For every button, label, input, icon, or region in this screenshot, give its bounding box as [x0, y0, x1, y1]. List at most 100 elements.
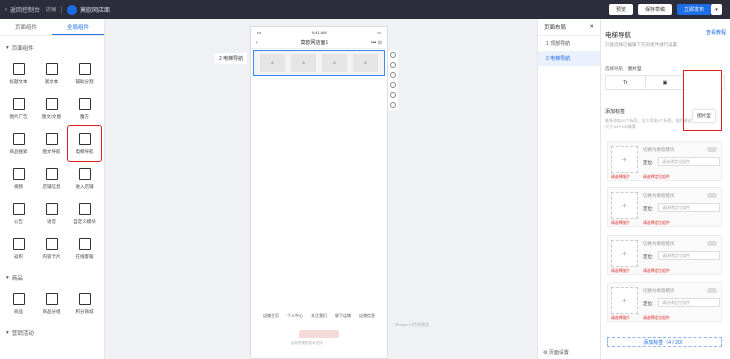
image-placeholder-icon: ▲ — [291, 54, 316, 72]
component-label: 商品 — [14, 308, 23, 314]
more-icon[interactable] — [390, 72, 396, 78]
component-icon — [45, 292, 58, 305]
back-to-console[interactable]: ‹ 返回控制台 — [5, 5, 40, 15]
signal-icon: ••• — [257, 29, 262, 35]
section-marketing[interactable]: ▾ 营销活动 — [6, 329, 104, 337]
chevron-down-icon: ▾ — [6, 45, 9, 51]
component-item[interactable]: 自定义模块 — [68, 196, 101, 231]
location-label: 定位: — [643, 301, 654, 306]
component-item[interactable]: 图文/文图 — [35, 91, 68, 126]
section-goods[interactable]: ▾ 商品 — [6, 274, 104, 282]
copy-icon[interactable] — [390, 82, 396, 88]
move-up-icon[interactable] — [390, 52, 396, 58]
component-item[interactable]: 商品分组 — [35, 286, 68, 321]
component-item[interactable]: 店铺信息 — [35, 161, 68, 196]
component-label: 返积 — [14, 253, 23, 259]
window-toggle[interactable] — [707, 241, 717, 246]
location-select[interactable]: 请选择定位组件 — [658, 251, 720, 260]
upload-image-button[interactable]: + — [611, 287, 638, 314]
tab-global-components[interactable]: 全局组件 — [52, 19, 104, 35]
component-icon — [45, 62, 58, 75]
component-item[interactable]: 商品搜索 — [2, 126, 35, 161]
upload-image-button[interactable]: + — [611, 240, 638, 267]
component-item[interactable]: 返积 — [2, 231, 35, 266]
move-down-icon[interactable] — [390, 62, 396, 68]
add-tags-description: 最多添加20个标签，至少添加4个标签，图片建议尺寸100*100像素 — [605, 118, 692, 129]
component-item[interactable]: 富文本 — [35, 56, 68, 91]
close-icon[interactable]: ✕ — [589, 24, 594, 30]
upload-image-button[interactable]: + — [611, 146, 638, 173]
location-select[interactable]: 请选择定位组件 — [658, 203, 720, 212]
page-components-grid: 标题文本 富文本 辅助分割 图片广告 图文/文图 魔方商品搜索 图文导航 电梯导航 视频 店铺信息… — [2, 56, 104, 266]
tab-page-components[interactable]: 页面组件 — [0, 19, 52, 35]
panel-description: 只能选择已编辑下方的组件进行设置 — [605, 42, 677, 47]
elevator-nav-preview[interactable]: ▲ ▲ ▲ ▲ — [253, 50, 385, 76]
component-label: 魔方 — [80, 113, 89, 119]
component-label: 在线客服 — [75, 253, 94, 259]
preview-button[interactable]: 预览 — [608, 4, 633, 15]
component-label: 商品搜索 — [9, 148, 28, 154]
layer-panel: 页面布局 ✕ 1 顶部导航 2 电梯导航 ⚙ 页面设置 — [537, 19, 601, 359]
upload-image-button[interactable]: + — [611, 192, 638, 219]
component-item[interactable]: 公告 — [2, 196, 35, 231]
component-label: 积分商城 — [75, 308, 94, 314]
panel-title: 电梯导航 — [605, 32, 631, 39]
component-item[interactable]: 语音 — [35, 196, 68, 231]
add-tags-label: 添加标签 — [605, 109, 626, 115]
component-icon — [45, 167, 58, 180]
location-error: 请选择定位组件 — [643, 316, 670, 320]
edit-icon[interactable] — [390, 92, 396, 98]
footer-logo — [299, 330, 339, 338]
chevron-down-icon: ▾ — [6, 330, 9, 336]
footer-link[interactable]: 店铺信息 — [359, 313, 375, 319]
footer-link[interactable]: 店铺主页 — [263, 313, 279, 319]
style-option-image-text[interactable]: ▣ — [646, 76, 686, 89]
component-item[interactable]: 商品 — [2, 286, 35, 321]
publish-button[interactable]: 立即发布 — [676, 4, 711, 15]
delete-icon[interactable] — [390, 102, 396, 108]
section-page-components[interactable]: ▾ 页面组件 — [6, 44, 104, 52]
page-settings-button[interactable]: ⚙ 页面设置 — [543, 349, 569, 356]
footer-link[interactable]: 联下店铺 — [335, 313, 351, 319]
component-item[interactable]: 内容卡片 — [35, 231, 68, 266]
component-item[interactable]: 辅助分割 — [68, 56, 101, 91]
window-toggle[interactable] — [707, 288, 717, 293]
component-item[interactable]: 电梯导航 — [67, 125, 102, 162]
component-item[interactable]: 图片广告 — [2, 91, 35, 126]
footer-link[interactable]: 个人中心 — [287, 313, 303, 319]
component-label: 图文/文图 — [41, 113, 62, 119]
component-label: 语音 — [47, 218, 56, 224]
add-tag-button[interactable]: 添加标签（4 / 20） — [607, 337, 722, 347]
canvas-hint: iPhone 13手机预览 — [395, 322, 430, 327]
help-link[interactable]: 查看教程 — [706, 29, 726, 36]
style-label: 选择导航 — [605, 66, 623, 71]
publish-more-button[interactable]: ▾ — [711, 4, 722, 15]
window-toggle[interactable] — [707, 147, 717, 152]
back-icon[interactable]: ‹ — [256, 40, 258, 46]
layer-item-top-nav[interactable]: 1 顶部导航 — [538, 36, 600, 51]
component-item[interactable]: 进入店铺 — [68, 161, 101, 196]
component-icon — [12, 62, 25, 75]
component-item[interactable]: 在线客服 — [68, 231, 101, 266]
component-item[interactable]: 标题文本 — [2, 56, 35, 91]
menu-icon[interactable]: ••• ⊙ — [371, 40, 382, 46]
save-draft-button[interactable]: 保存草稿 — [637, 4, 672, 15]
style-option-text[interactable]: Tr — [606, 76, 646, 89]
component-item[interactable]: 视频 — [2, 161, 35, 196]
plus-icon: + — [622, 201, 627, 210]
location-select[interactable]: 请选择定位组件 — [658, 157, 720, 166]
brand: 莫欧网店面 — [67, 4, 110, 15]
component-item[interactable]: 积分商城 — [68, 286, 101, 321]
image-error: 请选择图片 — [611, 175, 630, 179]
layer-item-elevator-nav[interactable]: 2 电梯导航 — [538, 51, 600, 66]
phone-preview: ••• 9:41 AM ▭ ‹ 莫欧网店面1 ••• ⊙ ▲ ▲ ▲ ▲ 店铺主… — [250, 26, 388, 359]
component-icon — [12, 292, 25, 305]
component-label[interactable]: 2 电梯导航 — [215, 53, 248, 64]
image-placeholder-icon: ▲ — [322, 54, 347, 72]
location-select[interactable]: 请选择定位组件 — [658, 298, 720, 307]
component-item[interactable]: 图文导航 — [35, 126, 68, 161]
footer-link[interactable]: 关注我们 — [311, 313, 327, 319]
divider — [61, 5, 63, 14]
component-item[interactable]: 魔方 — [68, 91, 101, 126]
window-toggle[interactable] — [707, 193, 717, 198]
